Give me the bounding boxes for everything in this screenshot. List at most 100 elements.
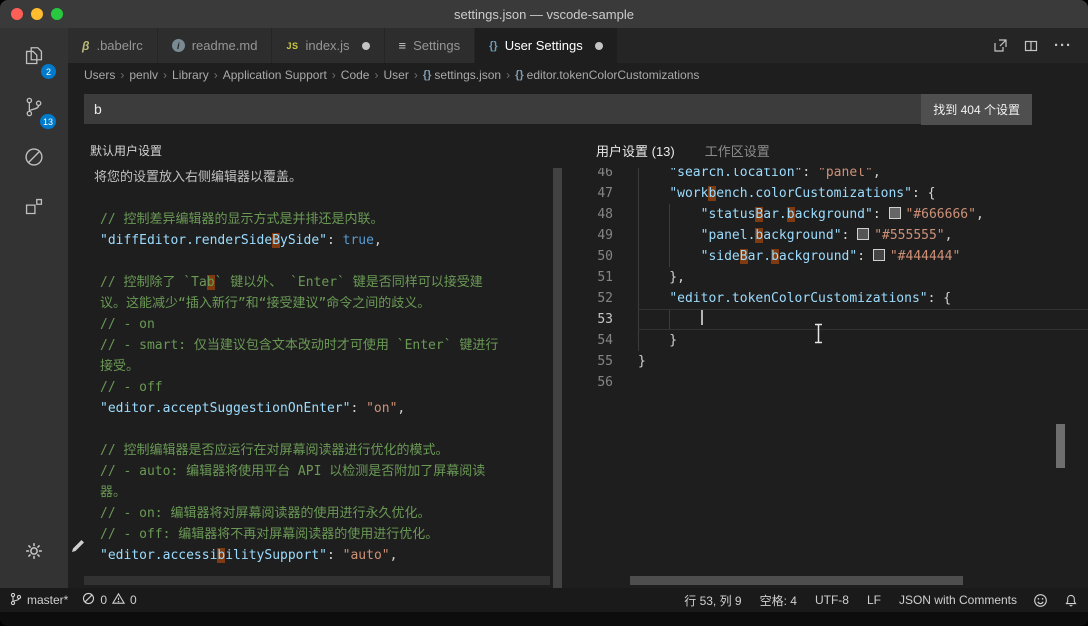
code-line[interactable]: // - on: [100, 314, 585, 335]
code-text[interactable]: },: [638, 267, 1088, 288]
code-text[interactable]: }: [638, 351, 1088, 372]
chevron-right-icon: ›: [413, 68, 418, 82]
settings-search-input[interactable]: [84, 94, 922, 124]
code-line-49[interactable]: 49 "panel.background": "#555555",: [585, 225, 1088, 246]
status-indentation[interactable]: 空格: 4: [760, 592, 797, 609]
code-line-56[interactable]: 56: [585, 372, 1088, 393]
code-line-46[interactable]: 46 "search.location": "panel",: [585, 168, 1088, 183]
edit-pencil-icon[interactable]: [70, 538, 88, 556]
code-line-55[interactable]: 55}: [585, 351, 1088, 372]
problems-status[interactable]: 0 0: [82, 592, 137, 608]
code-line[interactable]: // - off: [100, 377, 585, 398]
code-line[interactable]: // - smart: 仅当建议包含文本改动时才可使用 `Enter` 键进行: [100, 335, 585, 356]
more-actions-icon[interactable]: ···: [1054, 37, 1072, 54]
tab-settings[interactable]: ≡ Settings: [384, 28, 476, 63]
code-line[interactable]: 接受。: [100, 356, 585, 377]
code-text[interactable]: [638, 309, 1088, 330]
tab-readme-md[interactable]: i readme.md: [157, 28, 273, 63]
breadcrumb-item-penlv[interactable]: penlv: [129, 68, 158, 82]
code-line[interactable]: "editor.accessibilitySupport": "auto",: [100, 545, 585, 566]
code-line[interactable]: // - off: 编辑器将不再对屏幕阅读器的使用进行优化。: [100, 524, 585, 545]
notifications-bell-icon[interactable]: [1064, 593, 1078, 608]
color-swatch[interactable]: [888, 207, 901, 219]
breadcrumb-item-users[interactable]: Users: [84, 68, 115, 82]
activity-bar-item-debug[interactable]: [9, 134, 59, 184]
code-line[interactable]: [100, 419, 585, 440]
activity-bar-item-extensions[interactable]: [9, 184, 59, 234]
code-text[interactable]: [638, 372, 1088, 393]
minimize-window-button[interactable]: [31, 8, 43, 20]
default-settings-code[interactable]: // 控制差异编辑器的显示方式是并排还是内联。 "diffEditor.rende…: [100, 209, 585, 566]
code-line[interactable]: "editor.acceptSuggestionOnEnter": "on",: [100, 398, 585, 419]
title-bar[interactable]: settings.json — vscode-sample: [0, 0, 1088, 28]
git-branch-status[interactable]: master*: [10, 592, 68, 609]
code-line-47[interactable]: 47 "workbench.colorCustomizations": {: [585, 183, 1088, 204]
debug-icon: [21, 144, 47, 175]
breadcrumb-item-code[interactable]: Code: [341, 68, 370, 82]
code-line-51[interactable]: 51 },: [585, 267, 1088, 288]
right-vertical-scrollbar[interactable]: [1056, 424, 1065, 468]
code-line[interactable]: "diffEditor.renderSideBySide": true,: [100, 230, 585, 251]
code-text[interactable]: "sideBar.background": "#444444": [638, 246, 1088, 267]
user-settings-editor[interactable]: 46 "search.location": "panel", 47 "workbe…: [585, 168, 1088, 588]
left-vertical-scrollbar[interactable]: [553, 168, 562, 588]
right-horizontal-scrollbar[interactable]: [630, 576, 963, 585]
code-text[interactable]: "workbench.colorCustomizations": {: [638, 183, 1088, 204]
code-line-52[interactable]: 52 "editor.tokenColorCustomizations": {: [585, 288, 1088, 309]
code-line[interactable]: // - auto: 编辑器将使用平台 API 以检测是否附加了屏幕阅读: [100, 461, 585, 482]
left-horizontal-scrollbar[interactable]: [84, 576, 550, 585]
settings-search-row: 找到 404 个设置: [68, 87, 1088, 132]
breadcrumb-item-user[interactable]: User: [383, 68, 408, 82]
code-line-54[interactable]: 54 }: [585, 330, 1088, 351]
chevron-right-icon: ›: [213, 68, 218, 82]
close-window-button[interactable]: [11, 8, 23, 20]
code-line[interactable]: // 控制除了 `Tab` 键以外、 `Enter` 键是否同样可以接受建: [100, 272, 585, 293]
code-text[interactable]: "editor.tokenColorCustomizations": {: [638, 288, 1088, 309]
breadcrumb-item-library[interactable]: Library: [172, 68, 209, 82]
split-editor-icon[interactable]: [1023, 38, 1039, 54]
breadcrumb-item-settings-json[interactable]: {} settings.json: [423, 68, 501, 82]
activity-bar-item-source-control[interactable]: 13: [9, 84, 59, 134]
tab-babelrc[interactable]: β .babelrc: [68, 28, 158, 63]
modified-dot-icon[interactable]: [361, 41, 370, 50]
code-line-50[interactable]: 50 "sideBar.background": "#444444": [585, 246, 1088, 267]
code-text[interactable]: "panel.background": "#555555",: [638, 225, 1088, 246]
breadcrumb-item-editor-tokencolorcustomizations[interactable]: {} editor.tokenColorCustomizations: [515, 68, 699, 82]
status-eol[interactable]: LF: [867, 593, 881, 607]
code-line[interactable]: [100, 251, 585, 272]
modified-dot-icon[interactable]: [594, 41, 603, 50]
settings-split-editor: 默认用户设置 将您的设置放入右侧编辑器以覆盖。 // 控制差异编辑器的显示方式是…: [68, 132, 1088, 588]
code-line[interactable]: // - on: 编辑器将对屏幕阅读器的使用进行永久优化。: [100, 503, 585, 524]
code-line-48[interactable]: 48 "statusBar.background": "#666666",: [585, 204, 1088, 225]
code-text[interactable]: "search.location": "panel",: [638, 168, 1088, 183]
code-text[interactable]: }: [638, 330, 1088, 351]
line-number: 55: [597, 354, 613, 369]
breadcrumb-item-application-support[interactable]: Application Support: [223, 68, 327, 82]
tab-user-settings[interactable]: {} User Settings: [475, 28, 618, 63]
status-cursor-position[interactable]: 行 53, 列 9: [684, 592, 741, 609]
tab-index-js[interactable]: JS index.js: [272, 28, 385, 63]
status-encoding[interactable]: UTF-8: [815, 593, 849, 607]
color-swatch[interactable]: [872, 249, 885, 261]
zoom-window-button[interactable]: [51, 8, 63, 20]
line-number: 53: [597, 312, 613, 327]
code-line[interactable]: // 控制差异编辑器的显示方式是并排还是内联。: [100, 209, 585, 230]
color-swatch[interactable]: [857, 228, 870, 240]
breadcrumb: Users › penlv › Library › Application Support ›…: [68, 63, 1088, 87]
manage-gear-icon[interactable]: [9, 526, 59, 576]
feedback-smiley-icon[interactable]: [1033, 593, 1048, 608]
code-text[interactable]: "statusBar.background": "#666666",: [638, 204, 1088, 225]
line-number: 47: [597, 186, 613, 201]
code-line[interactable]: 器。: [100, 482, 585, 503]
line-number: 50: [597, 249, 613, 264]
line-number: 51: [597, 270, 613, 285]
status-language-mode[interactable]: JSON with Comments: [899, 593, 1017, 607]
text-cursor: [700, 310, 703, 325]
code-line-53[interactable]: 53: [585, 309, 1088, 330]
code-line[interactable]: // 控制编辑器是否应运行在对屏幕阅读器进行优化的模式。: [100, 440, 585, 461]
open-to-side-icon[interactable]: [992, 38, 1008, 54]
scope-tab-13[interactable]: 用户设置 (13): [596, 141, 675, 160]
scope-tab-[interactable]: 工作区设置: [705, 141, 770, 160]
activity-bar-item-explorer[interactable]: 2: [9, 34, 59, 84]
code-line[interactable]: 议。这能减少“插入新行”和“接受建议”命令之间的歧义。: [100, 293, 585, 314]
